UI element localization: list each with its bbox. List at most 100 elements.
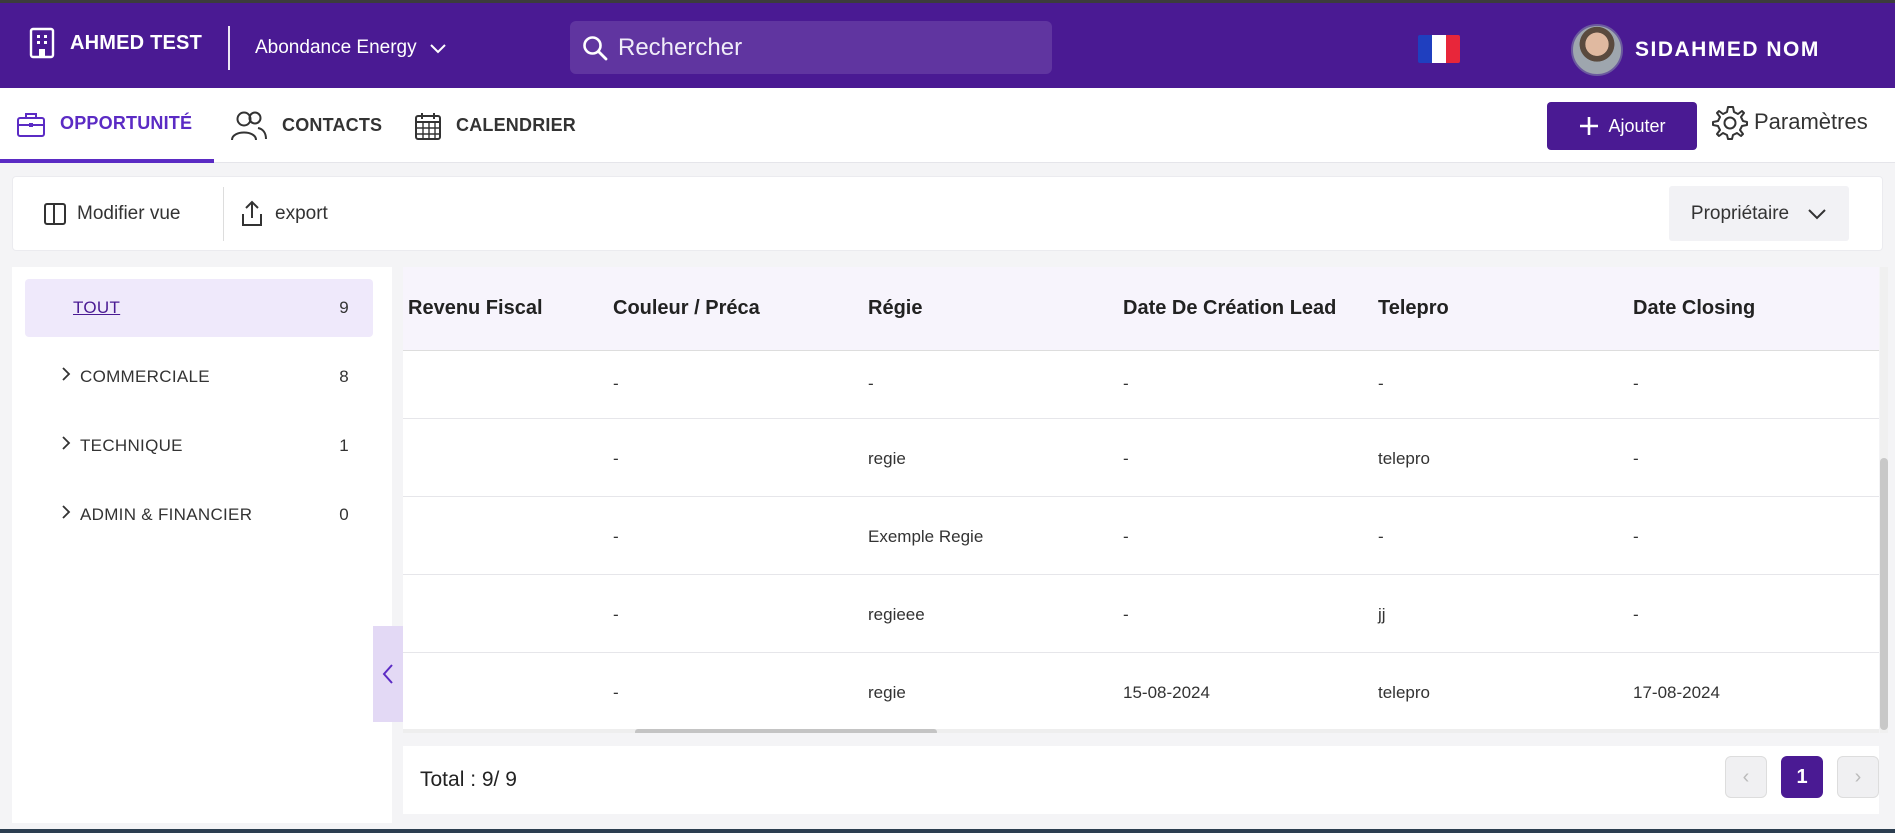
export-label: export: [275, 202, 328, 224]
table-cell: -: [613, 605, 619, 624]
table-cell: -: [1633, 527, 1639, 546]
users-icon: [231, 111, 267, 140]
total-count: Total : 9/ 9: [420, 768, 517, 791]
tab-contacts[interactable]: CONTACTS: [230, 88, 382, 163]
table-cell: -: [1123, 374, 1129, 393]
table-cell: -: [1123, 605, 1129, 624]
settings-button[interactable]: Paramètres: [1712, 104, 1868, 140]
tab-label: CALENDRIER: [456, 115, 577, 135]
chevron-down-icon: [1808, 208, 1826, 219]
tab-opportunite[interactable]: OPPORTUNITÉ: [0, 88, 214, 163]
window-bottom-edge: [0, 829, 1895, 833]
plus-icon: [1580, 117, 1599, 135]
table-cell: regie: [868, 449, 906, 468]
table-cell: 15-08-2024: [1123, 683, 1210, 702]
export-button[interactable]: export: [239, 177, 328, 250]
org-name: AHMED TEST: [70, 31, 202, 54]
page-1-button[interactable]: 1: [1781, 756, 1823, 798]
table-row[interactable]: - regieee - jj -: [403, 575, 1879, 653]
building-icon: [29, 27, 55, 59]
table-cell: jj: [1378, 605, 1386, 624]
table-cell: Exemple Regie: [868, 527, 984, 546]
edit-view-label: Modifier vue: [77, 202, 181, 224]
tab-calendrier[interactable]: CALENDRIER: [414, 88, 576, 163]
sidebar-item-label: TECHNIQUE: [80, 436, 183, 455]
calendar-icon: [415, 112, 441, 140]
sidebar-item-count: 0: [339, 505, 349, 524]
horizontal-scrollbar[interactable]: [403, 729, 1879, 733]
table-row[interactable]: - Exemple Regie - - -: [403, 497, 1879, 575]
user-name: SIDAHMED NOM: [1635, 38, 1820, 61]
vertical-scroll-thumb[interactable]: [1880, 458, 1888, 730]
owner-label: Propriétaire: [1690, 202, 1790, 224]
owner-filter-dropdown[interactable]: Propriétaire: [1669, 186, 1849, 241]
sidebar-item-count: 8: [339, 367, 349, 386]
page-number: 1: [1796, 765, 1808, 788]
table-cell: regieee: [868, 605, 925, 624]
table-cell: -: [1633, 605, 1639, 624]
table-cell: -: [1378, 527, 1384, 546]
table-cell: -: [1123, 449, 1129, 468]
table-cell: -: [1633, 449, 1639, 468]
table-cell: -: [868, 374, 874, 393]
chevron-right-icon: [62, 367, 71, 381]
chevron-right-icon: [62, 505, 71, 519]
table-row[interactable]: - regie 15-08-2024 telepro 17-08-2024: [403, 653, 1879, 729]
table-cell: telepro: [1378, 449, 1430, 468]
prev-page-icon: ‹: [1742, 765, 1750, 788]
tab-label: OPPORTUNITÉ: [60, 113, 193, 133]
table-cell: 17-08-2024: [1633, 683, 1720, 702]
search-bar[interactable]: [570, 21, 1052, 74]
column-header[interactable]: Date De Création Lead: [1123, 297, 1336, 320]
opportunities-table: Revenu Fiscal Couleur / Préca Régie Date…: [403, 267, 1879, 733]
table-cell: -: [613, 374, 619, 393]
column-header[interactable]: Telepro: [1378, 297, 1449, 320]
pipeline-sidebar: TOUT 9 COMMERCIALE 8 TECHNIQUE 1 ADMIN &…: [12, 267, 392, 823]
horizontal-scroll-thumb[interactable]: [635, 729, 937, 733]
toolbar-divider: [223, 187, 224, 241]
table-cell: -: [1123, 527, 1129, 546]
table-row[interactable]: - - - - -: [403, 351, 1879, 419]
organization: AHMED TEST: [28, 27, 202, 59]
search-input[interactable]: [618, 33, 1018, 62]
column-header[interactable]: Couleur / Préca: [613, 297, 760, 320]
view-toolbar: Modifier vue export Propriétaire: [12, 176, 1883, 251]
columns-icon: [44, 202, 66, 225]
company-name: Abondance Energy: [255, 37, 417, 58]
prev-page-button[interactable]: ‹: [1725, 756, 1767, 798]
sidebar-item-count: 9: [339, 298, 349, 317]
upload-icon: [242, 200, 262, 226]
briefcase-icon: [17, 112, 45, 137]
next-page-icon: ›: [1854, 765, 1862, 788]
table-cell: telepro: [1378, 683, 1430, 702]
sidebar-item-count: 1: [339, 436, 349, 455]
edit-view-button[interactable]: Modifier vue: [43, 177, 181, 250]
table-cell: -: [613, 449, 619, 468]
sidebar-item-label: COMMERCIALE: [80, 367, 210, 386]
next-page-button[interactable]: ›: [1837, 756, 1879, 798]
sidebar-item-tout[interactable]: TOUT 9: [25, 279, 373, 337]
column-header[interactable]: Date Closing: [1633, 297, 1755, 320]
main-nav: OPPORTUNITÉ CONTACTS CALENDRIER Ajouter …: [0, 88, 1895, 163]
tab-label: CONTACTS: [282, 115, 383, 135]
avatar: [1571, 24, 1623, 76]
table-cell: -: [1633, 374, 1639, 393]
sidebar-item-admin-financier[interactable]: ADMIN & FINANCIER 0: [25, 486, 373, 544]
sidebar-item-technique[interactable]: TECHNIQUE 1: [25, 417, 373, 475]
language-flag-icon[interactable]: [1418, 35, 1460, 63]
table-cell: -: [1378, 374, 1384, 393]
column-header[interactable]: Régie: [868, 297, 922, 320]
sidebar-item-label: TOUT: [73, 298, 121, 317]
header-divider: [228, 26, 230, 70]
user-menu[interactable]: SIDAHMED NOM: [1571, 24, 1820, 76]
top-bar: AHMED TEST Abondance Energy SIDAHMED NOM: [0, 0, 1895, 88]
column-header[interactable]: Revenu Fiscal: [408, 297, 543, 320]
table-footer: Total : 9/ 9 ‹ 1 ›: [403, 746, 1879, 814]
settings-label: Paramètres: [1754, 109, 1868, 134]
collapse-sidebar-button[interactable]: [373, 626, 403, 722]
table-cell: -: [613, 527, 619, 546]
sidebar-item-commerciale[interactable]: COMMERCIALE 8: [25, 348, 373, 406]
table-row[interactable]: - regie - telepro -: [403, 419, 1879, 497]
add-button[interactable]: Ajouter: [1547, 102, 1697, 150]
company-selector[interactable]: Abondance Energy: [255, 37, 447, 59]
